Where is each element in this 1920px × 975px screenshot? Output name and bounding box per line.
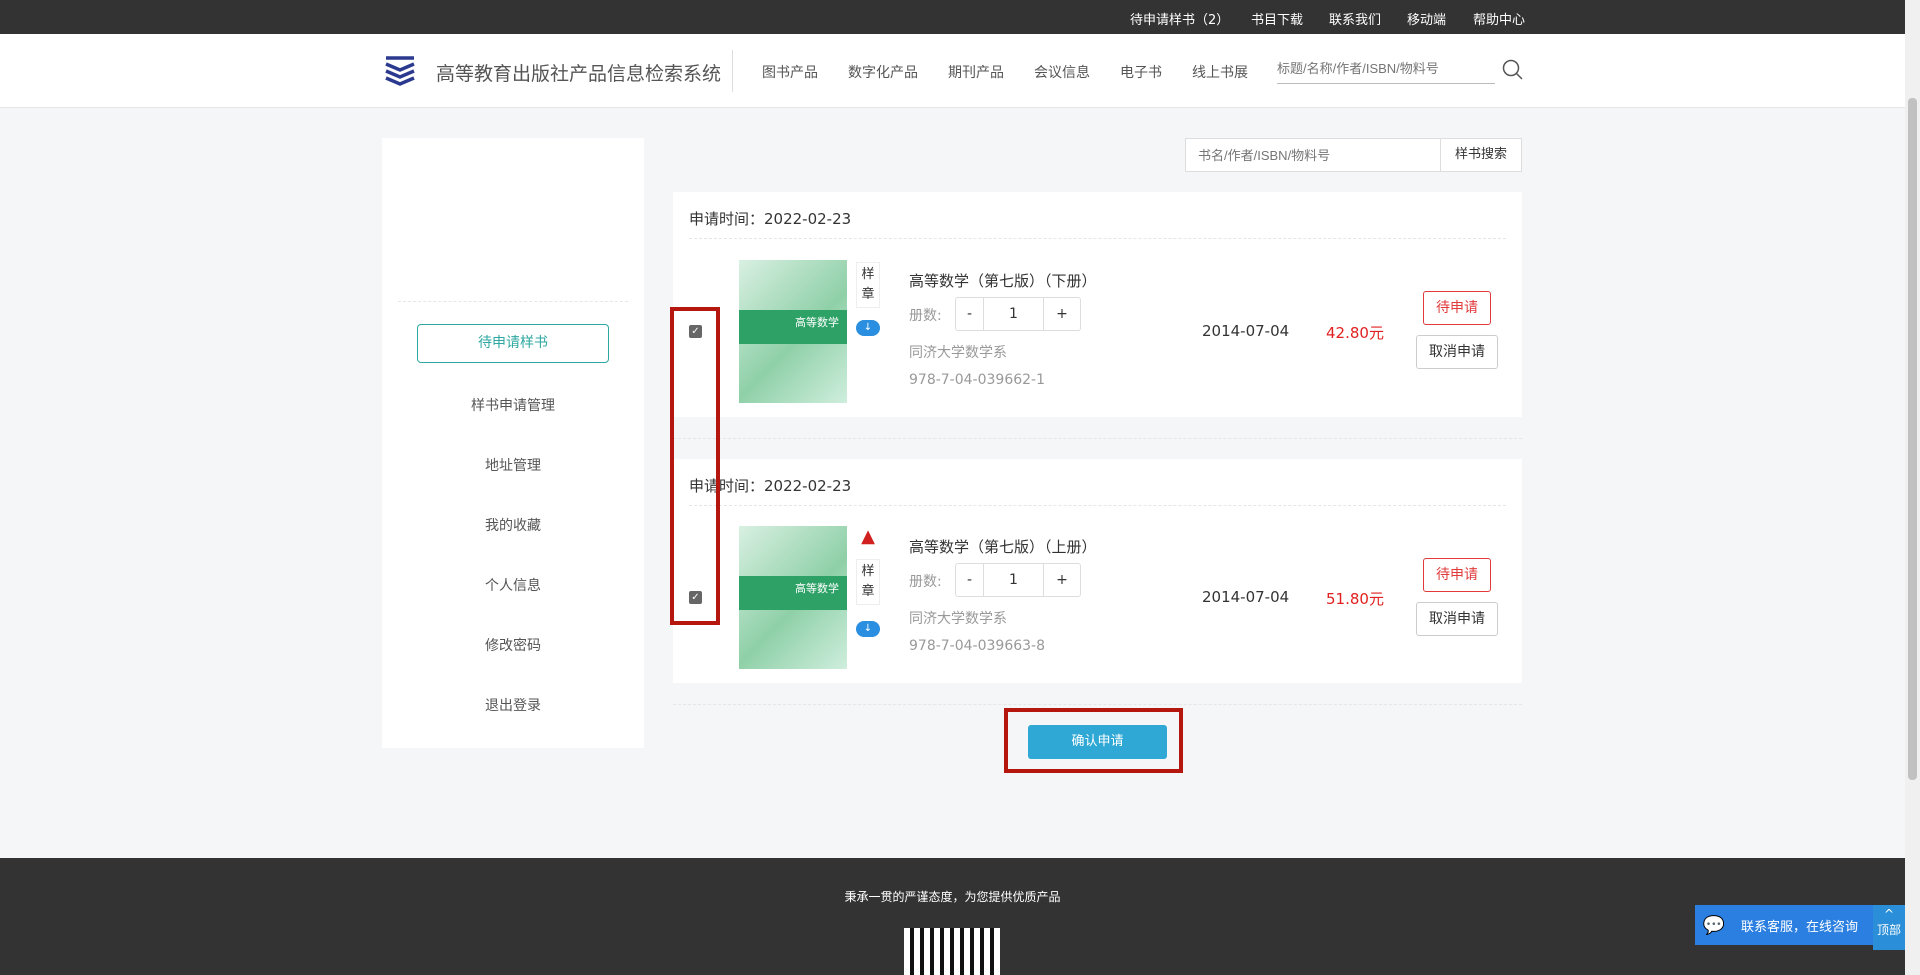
sidebar-item-address[interactable]: 地址管理 [382, 455, 644, 475]
quantity-input[interactable]: 1 [984, 564, 1044, 596]
help-link[interactable]: 帮助中心 [1473, 9, 1525, 28]
divider [673, 438, 1522, 439]
sample-card: 申请时间：2022-02-23 ✓ 高等数学 样章 ↓ 高等数学（第七版）（下册… [673, 192, 1522, 417]
qty-label: 册数: [909, 571, 942, 591]
header-search-input[interactable] [1277, 54, 1495, 84]
divider [732, 50, 733, 92]
sidebar: 待申请样书 样书申请管理 地址管理 我的收藏 个人信息 修改密码 退出登录 [382, 138, 644, 748]
qty-label: 册数: [909, 305, 942, 325]
sidebar-item-applications[interactable]: 样书申请管理 [382, 395, 644, 415]
nav-journals[interactable]: 期刊产品 [948, 62, 1004, 82]
sample-chapter-button[interactable]: 样章 [856, 262, 880, 308]
price: 51.80元 [1326, 588, 1384, 609]
chat-label: 联系客服，在线咨询 [1741, 916, 1858, 935]
sidebar-item-logout[interactable]: 退出登录 [382, 695, 644, 715]
cancel-application-button[interactable]: 取消申请 [1416, 602, 1498, 636]
quantity-input[interactable]: 1 [984, 298, 1044, 330]
online-chat-button[interactable]: 💬 联系客服，在线咨询 [1695, 905, 1873, 945]
nav-ebooks[interactable]: 电子书 [1120, 62, 1162, 82]
footer: 秉承一贯的严谨态度，为您提供优质产品 [0, 858, 1905, 975]
publish-date: 2014-07-04 [1202, 322, 1289, 340]
divider [689, 505, 1506, 506]
author: 同济大学数学系 [909, 342, 1007, 362]
pending-status-button[interactable]: 待申请 [1423, 558, 1491, 592]
mobile-link[interactable]: 移动端 [1407, 9, 1446, 28]
confirm-application-button[interactable]: 确认申请 [1028, 725, 1167, 759]
author: 同济大学数学系 [909, 608, 1007, 628]
pending-samples-link[interactable]: 待申请样书（2） [1130, 9, 1229, 28]
increment-button[interactable]: + [1044, 298, 1080, 330]
nav-conferences[interactable]: 会议信息 [1034, 62, 1090, 82]
sidebar-item-pending[interactable]: 待申请样书 [417, 324, 609, 363]
checkbox-highlight-box [670, 307, 720, 625]
sample-card: 申请时间：2022-02-23 ✓ 高等数学 ▲ 样章 ↓ 高等数学（第七版）（… [673, 459, 1522, 683]
ebook-icon[interactable]: ▲ [856, 526, 880, 550]
pending-status-button[interactable]: 待申请 [1423, 291, 1491, 325]
cancel-application-button[interactable]: 取消申请 [1416, 335, 1498, 369]
book-title[interactable]: 高等数学（第七版）（上册） [909, 536, 1097, 557]
header: 高等教育出版社产品信息检索系统 图书产品 数字化产品 期刊产品 会议信息 电子书… [0, 34, 1905, 108]
increment-button[interactable]: + [1044, 564, 1080, 596]
divider [398, 301, 628, 302]
footer-slogan: 秉承一贯的严谨态度，为您提供优质产品 [0, 888, 1905, 905]
search-icon[interactable] [1502, 59, 1524, 85]
nav-digital[interactable]: 数字化产品 [848, 62, 918, 82]
top-bar: 待申请样书（2） 书目下载 联系我们 移动端 帮助中心 [0, 0, 1905, 34]
site-title: 高等教育出版社产品信息检索系统 [436, 59, 721, 86]
apply-date: 申请时间：2022-02-23 [689, 208, 851, 229]
cover-title: 高等数学 [739, 310, 847, 344]
cover-title: 高等数学 [739, 576, 847, 610]
decrement-button[interactable]: - [956, 564, 984, 596]
sidebar-item-password[interactable]: 修改密码 [382, 635, 644, 655]
sidebar-item-profile[interactable]: 个人信息 [382, 575, 644, 595]
scrollbar[interactable] [1905, 0, 1920, 975]
publish-date: 2014-07-04 [1202, 588, 1289, 606]
sidebar-item-favorites[interactable]: 我的收藏 [382, 515, 644, 535]
divider [689, 238, 1506, 239]
sample-search-input[interactable] [1185, 138, 1441, 172]
isbn: 978-7-04-039663-8 [909, 638, 1045, 654]
price: 42.80元 [1326, 322, 1384, 343]
download-cloud-icon[interactable]: ↓ [856, 621, 880, 637]
sample-search-button[interactable]: 样书搜索 [1440, 138, 1522, 172]
download-cloud-icon[interactable]: ↓ [856, 320, 880, 336]
divider [673, 704, 1522, 705]
back-to-top-button[interactable]: ^ 顶部 [1873, 905, 1905, 950]
chat-bubble-icon: 💬 [1695, 915, 1733, 936]
scrollbar-thumb[interactable] [1908, 98, 1917, 780]
quantity-stepper: - 1 + [955, 297, 1081, 331]
qr-code [904, 928, 1000, 975]
quantity-stepper: - 1 + [955, 563, 1081, 597]
back-to-top-label: 顶部 [1873, 921, 1905, 938]
contact-link[interactable]: 联系我们 [1329, 9, 1381, 28]
nav-books[interactable]: 图书产品 [762, 62, 818, 82]
decrement-button[interactable]: - [956, 298, 984, 330]
book-title[interactable]: 高等数学（第七版）（下册） [909, 270, 1097, 291]
nav-online-fair[interactable]: 线上书展 [1192, 62, 1248, 82]
logo-icon[interactable] [382, 52, 418, 88]
book-cover[interactable]: 高等数学 [739, 526, 847, 669]
book-cover[interactable]: 高等数学 [739, 260, 847, 403]
isbn: 978-7-04-039662-1 [909, 372, 1045, 388]
catalog-download-link[interactable]: 书目下载 [1251, 9, 1303, 28]
chevron-up-icon: ^ [1873, 907, 1905, 921]
sample-chapter-button[interactable]: 样章 [856, 559, 880, 605]
